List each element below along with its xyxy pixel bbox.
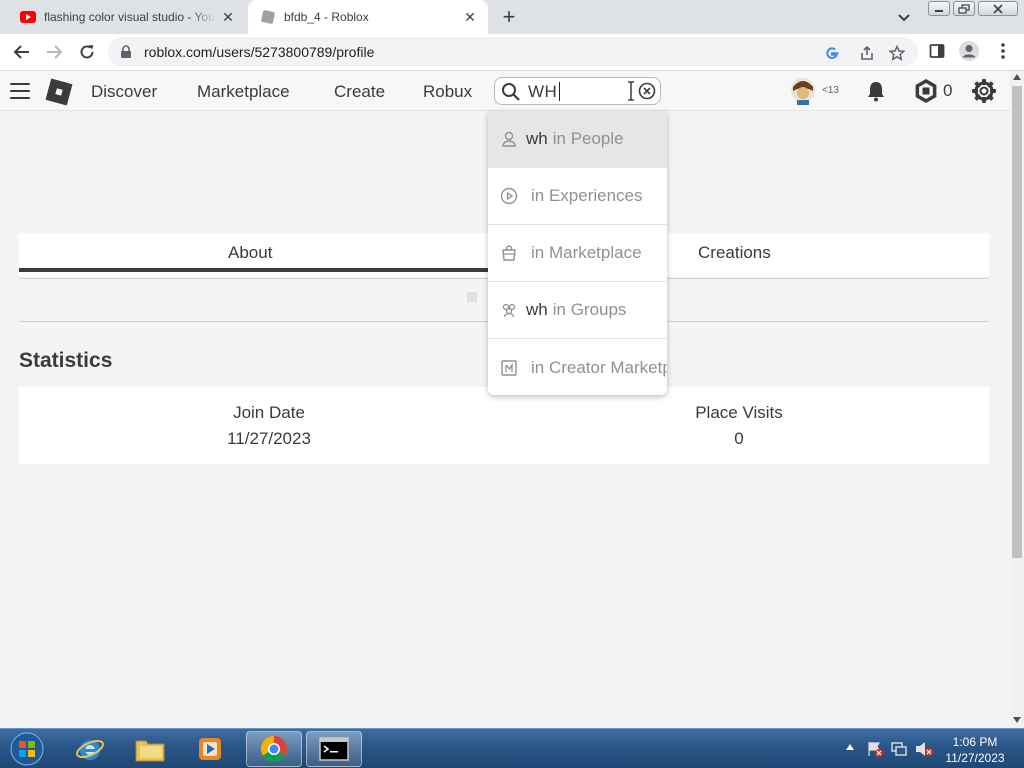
browser-tab-roblox[interactable]: bfdb_4 - Roblox ✕ bbox=[248, 0, 488, 34]
volume-muted-icon[interactable] bbox=[914, 740, 934, 758]
nav-marketplace[interactable]: Marketplace bbox=[197, 82, 290, 102]
suggestion-groups[interactable]: wh in Groups bbox=[488, 282, 667, 339]
roblox-header: Discover Marketplace Create Robux WH bbox=[0, 71, 1010, 111]
ibeam-cursor-icon bbox=[626, 81, 636, 101]
stat-label: Place Visits bbox=[695, 403, 783, 422]
suggestion-location: in Creator Marketplace bbox=[531, 357, 667, 377]
menu-icon[interactable] bbox=[10, 83, 30, 99]
profile-avatar-icon[interactable] bbox=[958, 40, 980, 62]
age-badge: <13 bbox=[822, 85, 839, 96]
close-tab-icon[interactable]: ✕ bbox=[216, 5, 240, 29]
youtube-icon bbox=[20, 9, 36, 25]
search-icon bbox=[501, 82, 521, 102]
browser-menu-icon[interactable] bbox=[992, 40, 1014, 62]
tab-about[interactable]: About bbox=[228, 243, 272, 263]
minimize-window-button[interactable] bbox=[928, 1, 950, 16]
active-tab-indicator bbox=[19, 268, 489, 272]
windows-taskbar: 1:06 PM 11/27/2023 bbox=[0, 728, 1024, 768]
suggestion-location: in People bbox=[552, 129, 624, 148]
scroll-up-arrow-icon[interactable] bbox=[1013, 74, 1021, 80]
close-window-button[interactable] bbox=[978, 1, 1018, 16]
system-clock[interactable]: 1:06 PM 11/27/2023 bbox=[940, 734, 1010, 766]
suggestion-people[interactable]: wh in People bbox=[488, 111, 667, 168]
suggestion-location: in Marketplace bbox=[531, 243, 642, 262]
show-hidden-icons-arrow-icon[interactable] bbox=[846, 744, 854, 750]
robux-balance[interactable]: 0 bbox=[943, 81, 952, 101]
media-player-icon[interactable] bbox=[182, 731, 238, 767]
suggestion-creator-marketplace[interactable]: in Creator Marketplace bbox=[488, 339, 667, 395]
creator-store-icon bbox=[500, 359, 518, 377]
url-text: roblox.com/users/5273800789/profile bbox=[144, 44, 375, 60]
file-explorer-icon[interactable] bbox=[122, 731, 178, 767]
tab-creations[interactable]: Creations bbox=[698, 243, 771, 263]
stat-place-visits: Place Visits 0 bbox=[589, 403, 889, 449]
suggestion-marketplace[interactable]: in Marketplace bbox=[488, 225, 667, 282]
network-icon[interactable] bbox=[890, 740, 908, 758]
share-icon[interactable] bbox=[857, 43, 877, 63]
text-caret bbox=[559, 82, 560, 101]
nav-robux[interactable]: Robux bbox=[423, 82, 472, 102]
stat-value: 11/27/2023 bbox=[227, 429, 311, 448]
start-button[interactable] bbox=[2, 731, 52, 767]
bookmark-star-icon[interactable] bbox=[887, 43, 907, 63]
stat-value: 0 bbox=[734, 429, 744, 448]
clear-search-icon[interactable] bbox=[638, 82, 656, 100]
loading-placeholder bbox=[467, 292, 477, 302]
command-prompt-taskbar-button[interactable] bbox=[306, 731, 362, 767]
nav-discover[interactable]: Discover bbox=[91, 82, 157, 102]
tab-title: bfdb_4 - Roblox bbox=[284, 10, 369, 24]
statistics-heading: Statistics bbox=[19, 349, 113, 372]
action-center-flag-icon[interactable] bbox=[866, 740, 884, 758]
lock-icon[interactable] bbox=[120, 45, 134, 59]
google-lens-icon[interactable] bbox=[822, 43, 842, 63]
settings-gear-icon[interactable] bbox=[971, 78, 997, 104]
restore-window-button[interactable] bbox=[953, 1, 975, 16]
stat-label: Join Date bbox=[233, 403, 305, 422]
scrollbar-thumb[interactable] bbox=[1012, 86, 1022, 558]
forward-button[interactable] bbox=[42, 40, 66, 64]
new-tab-button[interactable]: + bbox=[497, 4, 521, 29]
play-icon bbox=[500, 187, 518, 205]
browser-tab-youtube[interactable]: flashing color visual studio - YouTube ✕ bbox=[8, 0, 246, 34]
person-icon bbox=[500, 130, 518, 148]
tab-search-chevron-icon[interactable] bbox=[893, 7, 915, 29]
side-panel-icon[interactable] bbox=[926, 40, 948, 62]
chrome-taskbar-button[interactable] bbox=[246, 731, 302, 767]
roblox-logo-icon[interactable] bbox=[45, 78, 73, 106]
scroll-down-arrow-icon[interactable] bbox=[1013, 717, 1021, 723]
clock-date: 11/27/2023 bbox=[945, 751, 1005, 765]
robux-icon[interactable] bbox=[913, 78, 939, 104]
close-tab-icon[interactable]: ✕ bbox=[458, 5, 482, 29]
suggestion-location: in Experiences bbox=[531, 186, 643, 205]
tab-title: flashing color visual studio - YouTube bbox=[44, 10, 216, 24]
suggestion-location: in Groups bbox=[552, 300, 627, 319]
shopping-bag-icon bbox=[500, 244, 518, 262]
search-suggestions-dropdown: wh in People in Experiences in Marketpla… bbox=[488, 111, 667, 395]
notifications-bell-icon[interactable] bbox=[864, 79, 888, 103]
statistics-card: Join Date 11/27/2023 Place Visits 0 bbox=[19, 387, 989, 464]
address-bar[interactable]: roblox.com/users/5273800789/profile bbox=[108, 37, 918, 67]
page-scrollbar[interactable] bbox=[1010, 71, 1024, 728]
internet-explorer-icon[interactable] bbox=[62, 731, 118, 767]
groups-icon bbox=[500, 301, 518, 319]
reload-button[interactable] bbox=[75, 40, 99, 64]
stat-join-date: Join Date 11/27/2023 bbox=[119, 403, 419, 449]
nav-create[interactable]: Create bbox=[334, 82, 385, 102]
suggestion-query: wh bbox=[526, 300, 548, 319]
search-value: WH bbox=[528, 82, 558, 101]
back-button[interactable] bbox=[10, 40, 34, 64]
browser-toolbar: roblox.com/users/5273800789/profile bbox=[0, 34, 1024, 71]
suggestion-query: wh bbox=[526, 129, 548, 148]
clock-time: 1:06 PM bbox=[952, 735, 998, 749]
user-avatar[interactable] bbox=[790, 77, 816, 105]
browser-tab-strip: flashing color visual studio - YouTube ✕… bbox=[0, 0, 1024, 34]
suggestion-experiences[interactable]: in Experiences bbox=[488, 168, 667, 225]
roblox-page-icon bbox=[260, 9, 276, 25]
